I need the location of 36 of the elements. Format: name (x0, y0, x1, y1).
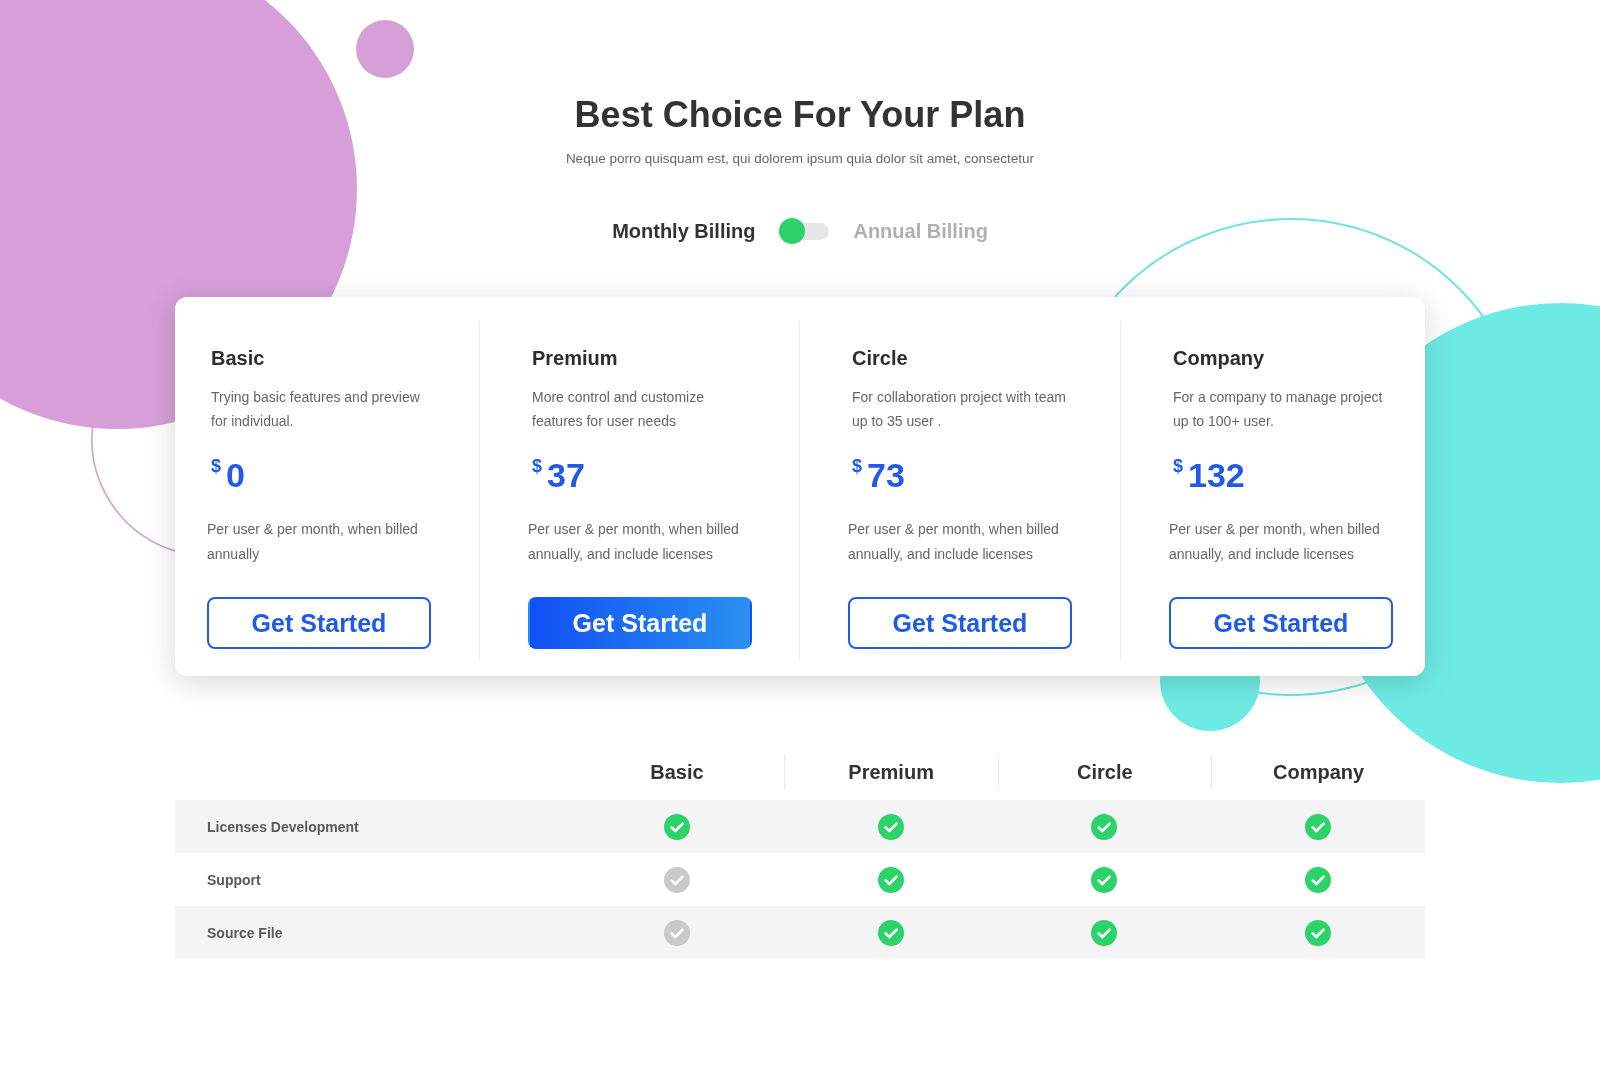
plan-name: Basic (211, 346, 266, 370)
plan-price: 37 (547, 455, 585, 496)
plan-price: 132 (1188, 455, 1245, 496)
billing-option[interactable]: Monthly Billing (612, 216, 756, 246)
currency-symbol: $ (852, 457, 862, 475)
get-started-button[interactable]: Get Started (1169, 597, 1393, 649)
column-header: Basic (649, 760, 705, 785)
feature-label: Licenses Development (207, 818, 359, 835)
get-started-button[interactable]: Get Started (848, 597, 1072, 649)
billing-toggle[interactable] (779, 218, 830, 244)
feature-label: Source File (207, 924, 283, 941)
page-subtitle: Neque porro quisquam est, qui dolorem ipsum quia dolor sit amet, consectetur (565, 150, 1035, 168)
column-header: Circle (997, 754, 1212, 790)
plan-description: For a company to manage project up to 100+ user. (1173, 388, 1384, 431)
plan-description: For collaboration project with team up to 35 user . (852, 388, 1067, 431)
page-title: Best Choice For Your Plan (574, 93, 1026, 137)
plan-price: 73 (867, 455, 905, 496)
plan-name: Company (1173, 346, 1266, 370)
column-header: Company (1211, 754, 1425, 790)
toggle-knob[interactable] (779, 218, 806, 244)
feature-label: Support (207, 871, 261, 888)
currency-symbol: $ (211, 457, 221, 475)
get-started-button[interactable]: Get Started (207, 597, 431, 649)
billing-note: Per user & per month, when billed annually, and include licenses (1169, 520, 1381, 564)
get-started-button[interactable]: Get Started (528, 597, 752, 649)
plan-description: Trying basic features and preview for individual. (211, 388, 421, 431)
column-header: Premium (783, 754, 998, 790)
plan-name: Circle (852, 346, 909, 370)
billing-note: Per user & per month, when billed annually, and include licenses (848, 520, 1060, 564)
currency-symbol: $ (1173, 457, 1183, 475)
plan-price: 0 (226, 455, 245, 496)
currency-symbol: $ (532, 457, 542, 475)
plan-name: Premium (532, 346, 619, 370)
billing-note: Per user & per month, when billed annually, and include licenses (528, 520, 740, 564)
plan-description: More control and customize features for user needs (532, 388, 705, 431)
billing-note: Per user & per month, when billed annually (207, 520, 419, 564)
